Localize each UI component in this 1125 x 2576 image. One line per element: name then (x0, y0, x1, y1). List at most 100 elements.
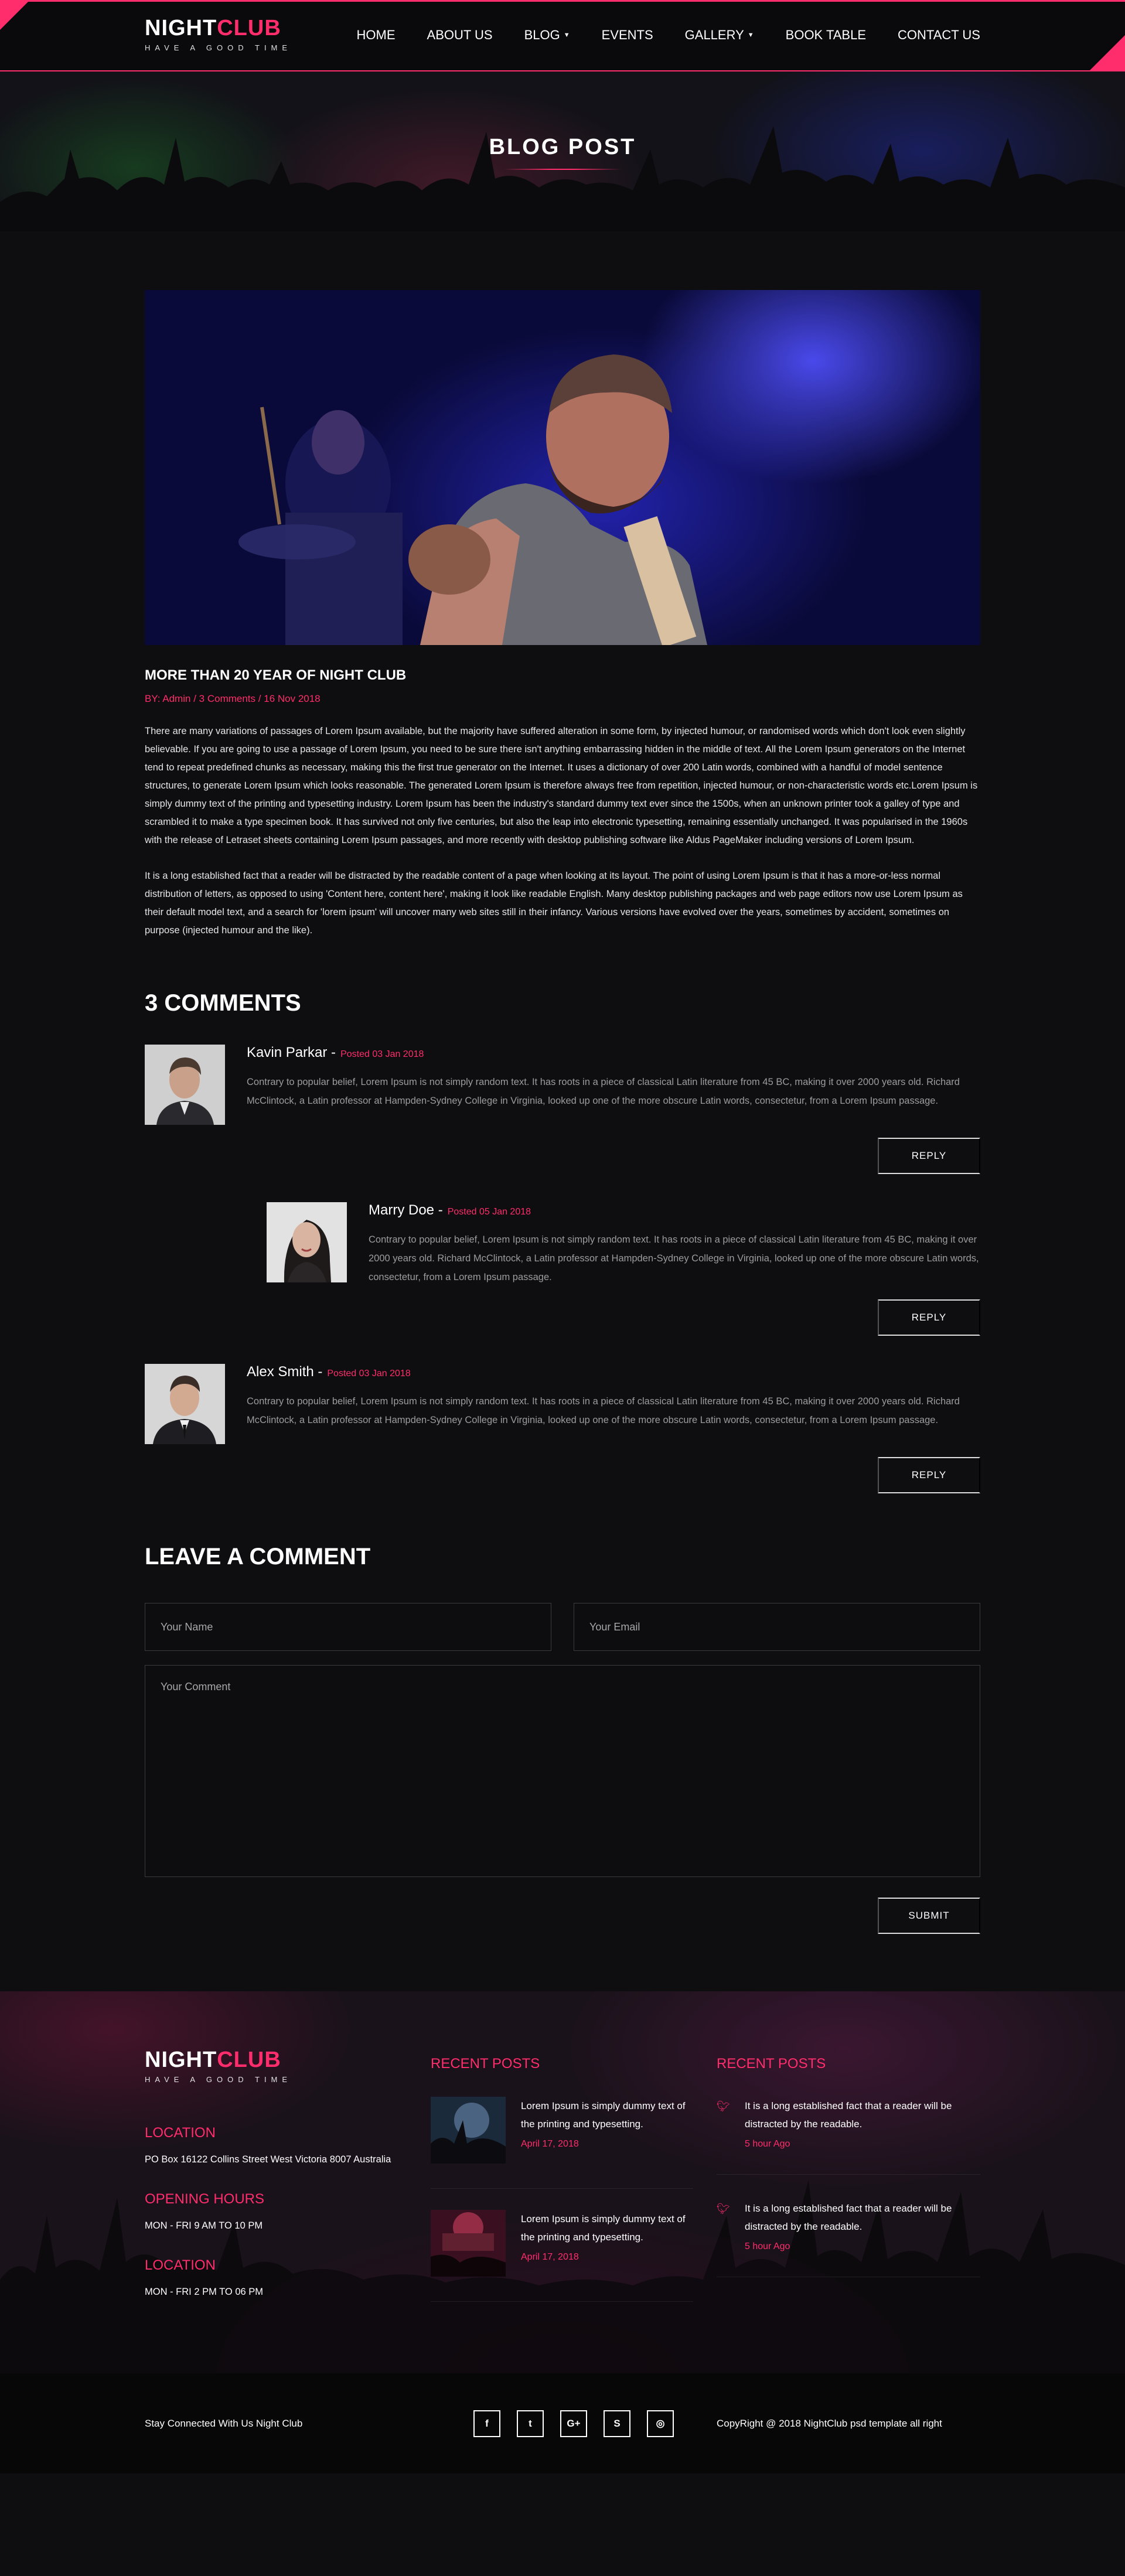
nav-label: BLOG (524, 28, 560, 42)
meta-comments-link[interactable]: 3 Comments (199, 693, 255, 704)
caret-down-icon: ▼ (563, 32, 570, 39)
logo-word-night: NIGHT (145, 16, 217, 40)
reply-row: REPLY (145, 1299, 980, 1336)
nav-item-book-table[interactable]: BOOK TABLE (754, 28, 866, 43)
comment-date: Posted 03 Jan 2018 (340, 1049, 424, 1059)
post-body: There are many variations of passages of… (145, 722, 980, 940)
comment-item: Kavin Parkar - Posted 03 Jan 2018 Contra… (145, 1045, 980, 1125)
post-title: MORE THAN 20 YEAR OF NIGHT CLUB (145, 667, 407, 683)
site-logo[interactable]: NIGHTCLUB HAVE A GOOD TIME (145, 16, 292, 52)
tweet-text: It is a long established fact that a rea… (745, 2203, 952, 2232)
meta-separator: / (193, 693, 196, 704)
comment-text: Contrary to popular belief, Lorem Ipsum … (369, 1234, 979, 1282)
comment-form-row (145, 1603, 980, 1651)
nav-label: BOOK TABLE (785, 28, 867, 42)
tweet-time: 5 hour Ago (745, 2241, 790, 2251)
meta-author-link[interactable]: Admin (162, 693, 190, 704)
comments-heading: 3 COMMENTS (145, 990, 301, 1016)
twitter-icon[interactable]: t (517, 2410, 544, 2437)
page-hero: BLOG POST (0, 71, 1125, 231)
nav-item-about-us[interactable]: ABOUT US (396, 28, 493, 43)
recent-post-body: Lorem Ipsum is simply dummy text of the … (521, 2097, 693, 2164)
recent-post-date: April 17, 2018 (521, 2139, 579, 2149)
copyright-text: CopyRight @ 2018 NightClub psd template … (717, 2417, 942, 2429)
nav-item-contact-us[interactable]: CONTACT US (866, 28, 980, 43)
twitter-icon: 🐦︎ (717, 2203, 730, 2215)
post-featured-image (145, 290, 980, 645)
logo-word-club: CLUB (217, 16, 281, 40)
recent-post-body: Lorem Ipsum is simply dummy text of the … (521, 2210, 693, 2277)
facebook-icon[interactable]: f (473, 2410, 500, 2437)
avatar-portrait (145, 1364, 225, 1444)
comment-date: Posted 03 Jan 2018 (327, 1369, 411, 1379)
avatar-portrait (267, 1202, 347, 1282)
name-field[interactable] (145, 1603, 551, 1651)
tweet-item[interactable]: 🐦︎ It is a long established fact that a … (717, 2097, 980, 2175)
footer-col-tweets: RECENT POSTS 🐦︎ It is a long established… (717, 2048, 980, 2302)
nav-item-home[interactable]: HOME (325, 28, 396, 43)
avatar-portrait (145, 1045, 225, 1125)
comment-item: Marry Doe - Posted 05 Jan 2018 Contrary … (267, 1202, 980, 1287)
footer-logo[interactable]: NIGHTCLUB HAVE A GOOD TIME (145, 2048, 431, 2084)
post-meta: BY: Admin / 3 Comments / 16 Nov 2018 (145, 693, 980, 705)
logo-word-club: CLUB (217, 2048, 281, 2072)
reply-button[interactable]: REPLY (878, 1457, 980, 1493)
post-paragraph: There are many variations of passages of… (145, 726, 978, 845)
comment-body: Kavin Parkar - Posted 03 Jan 2018 Contra… (247, 1045, 980, 1125)
opening-hours-heading: OPENING HOURS (145, 2191, 265, 2207)
nav-item-events[interactable]: EVENTS (570, 28, 653, 43)
reply-button[interactable]: REPLY (878, 1138, 980, 1174)
comment-text: Contrary to popular belief, Lorem Ipsum … (247, 1077, 960, 1106)
logo-wordmark: NIGHTCLUB (145, 2048, 431, 2073)
concert-thumbnail (431, 2097, 506, 2164)
tweet-item[interactable]: 🐦︎ It is a long established fact that a … (717, 2199, 980, 2277)
comment-body: Alex Smith - Posted 03 Jan 2018 Contrary… (247, 1364, 980, 1444)
location-text: PO Box 16122 Collins Street West Victori… (145, 2154, 391, 2165)
comment-author: Alex Smith - (247, 1364, 323, 1380)
tweet-text: It is a long established fact that a rea… (745, 2100, 952, 2130)
comment-item: Alex Smith - Posted 03 Jan 2018 Contrary… (145, 1364, 980, 1444)
site-footer: NIGHTCLUB HAVE A GOOD TIME LOCATION PO B… (0, 1991, 1125, 2373)
recent-post-item[interactable]: Lorem Ipsum is simply dummy text of the … (431, 2210, 693, 2302)
social-links: f t G+ S ◎ (473, 2410, 674, 2437)
nav-item-gallery[interactable]: GALLERY ▼ (653, 28, 754, 43)
title-underline (504, 169, 621, 170)
google-plus-icon[interactable]: G+ (560, 2410, 587, 2437)
post-paragraph: It is a long established fact that a rea… (145, 871, 963, 936)
comment-text: Contrary to popular belief, Lorem Ipsum … (247, 1396, 960, 1425)
main-nav: HOME ABOUT US BLOG ▼ EVENTS GALLERY ▼ BOOK… (325, 28, 980, 43)
nav-item-blog[interactable]: BLOG ▼ (493, 28, 570, 43)
submit-button[interactable]: SUBMIT (878, 1898, 980, 1934)
reply-button[interactable]: REPLY (878, 1299, 980, 1336)
twitter-icon: 🐦︎ (717, 2100, 730, 2112)
meta-date: 16 Nov 2018 (264, 693, 321, 704)
stay-connected-text: Stay Connected With Us Night Club (145, 2417, 303, 2429)
tweets-heading: RECENT POSTS (717, 2056, 826, 2072)
logo-wordmark: NIGHTCLUB (145, 16, 292, 41)
corner-accent-right (1090, 35, 1125, 70)
comment-header: Kavin Parkar - Posted 03 Jan 2018 (247, 1045, 980, 1061)
email-field[interactable] (574, 1603, 980, 1651)
avatar (145, 1045, 225, 1125)
reply-row: REPLY (145, 1138, 980, 1174)
comment-author: Marry Doe - (369, 1202, 443, 1218)
tweet-time: 5 hour Ago (745, 2139, 790, 2149)
comment-textarea[interactable] (145, 1665, 980, 1877)
opening-hours-text: MON - FRI 9 AM TO 10 PM (145, 2220, 263, 2231)
page-title: BLOG POST (489, 135, 636, 159)
reply-row: REPLY (145, 1457, 980, 1493)
avatar (267, 1202, 347, 1282)
logo-tagline: HAVE A GOOD TIME (145, 2075, 292, 2084)
logo-tagline: HAVE A GOOD TIME (145, 43, 292, 52)
main-content: MORE THAN 20 YEAR OF NIGHT CLUB BY: Admi… (145, 290, 980, 1934)
comment-date: Posted 05 Jan 2018 (447, 1207, 531, 1217)
recent-posts-heading: RECENT POSTS (431, 2056, 540, 2072)
comment-header: Marry Doe - Posted 05 Jan 2018 (369, 1202, 980, 1219)
dribbble-icon[interactable]: ◎ (647, 2410, 674, 2437)
skype-icon[interactable]: S (604, 2410, 630, 2437)
concert-thumbnail (431, 2210, 506, 2277)
recent-post-item[interactable]: Lorem Ipsum is simply dummy text of the … (431, 2097, 693, 2189)
recent-post-thumbnail (431, 2210, 506, 2277)
avatar (145, 1364, 225, 1444)
nav-label: CONTACT US (898, 28, 980, 42)
